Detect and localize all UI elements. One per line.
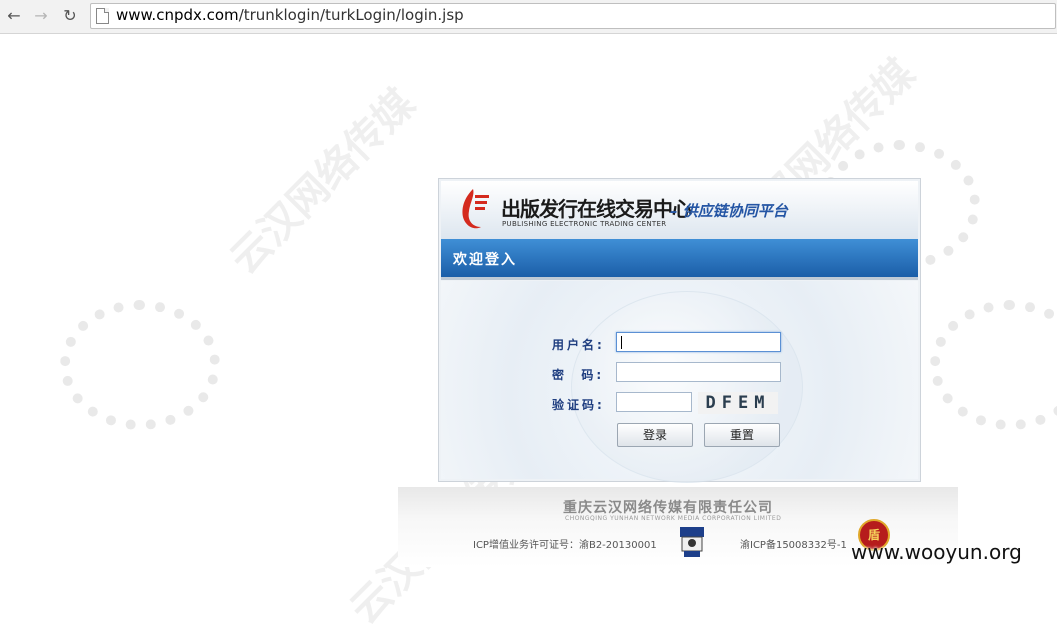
police-badge-icon[interactable] [674, 523, 710, 559]
watermark-logo: 云汉网络传媒 [221, 80, 424, 283]
browser-toolbar: ← → ↻ www.cnpdx.com/trunklogin/turkLogin… [0, 0, 1057, 34]
company-name: 重庆云汉网络传媒有限责任公司 [563, 500, 773, 516]
watermark-text: www.wooyun.org [851, 540, 1022, 564]
platform-title: – 供应链协同平台 [670, 202, 788, 220]
username-input[interactable] [616, 332, 781, 352]
reset-button[interactable]: 重置 [704, 423, 780, 447]
password-label: 密 码: [552, 368, 605, 382]
captcha-input[interactable] [616, 392, 692, 412]
watermark-swirl [930, 300, 1057, 430]
forward-arrow-icon[interactable]: → [31, 6, 51, 26]
address-bar[interactable]: www.cnpdx.com/trunklogin/turkLogin/login… [90, 3, 1056, 29]
welcome-bar: 欢迎登入 [441, 239, 918, 280]
logo-text: 出版发行在线交易中心 [501, 197, 692, 221]
logo-subtext: PUBLISHING ELECTRONIC TRADING CENTER [502, 220, 667, 228]
login-button[interactable]: 登录 [617, 423, 693, 447]
login-form: 用户名: 密 码: 验证码: DFEM 登录 重置 [441, 281, 918, 483]
icp-record-text: 渝ICP备15008332号-1 [740, 540, 847, 551]
url-text[interactable]: www.cnpdx.com/trunklogin/turkLogin/login… [116, 6, 464, 24]
icp-license-text: ICP增值业务许可证号：渝B2-20130001 [473, 540, 657, 551]
site-header: 出版发行在线交易中心 PUBLISHING ELECTRONIC TRADING… [441, 181, 918, 240]
page-icon [96, 8, 109, 24]
company-name-en: CHONGQING YUNHAN NETWORK MEDIA CORPORATI… [565, 515, 782, 522]
back-arrow-icon[interactable]: ← [4, 6, 24, 26]
url-domain: www.cnpdx.com [116, 6, 239, 24]
captcha-image[interactable]: DFEM [698, 392, 778, 414]
watermark-swirl [60, 300, 220, 430]
url-path: /trunklogin/turkLogin/login.jsp [238, 6, 464, 24]
reload-icon[interactable]: ↻ [60, 6, 80, 26]
password-input[interactable] [616, 362, 781, 382]
login-panel: 出版发行在线交易中心 PUBLISHING ELECTRONIC TRADING… [438, 178, 921, 483]
logo-icon [462, 189, 489, 229]
text-caret [621, 336, 622, 349]
captcha-label: 验证码: [552, 398, 605, 412]
globe-background [571, 291, 803, 483]
welcome-title: 欢迎登入 [453, 252, 517, 268]
username-label: 用户名: [552, 338, 605, 352]
